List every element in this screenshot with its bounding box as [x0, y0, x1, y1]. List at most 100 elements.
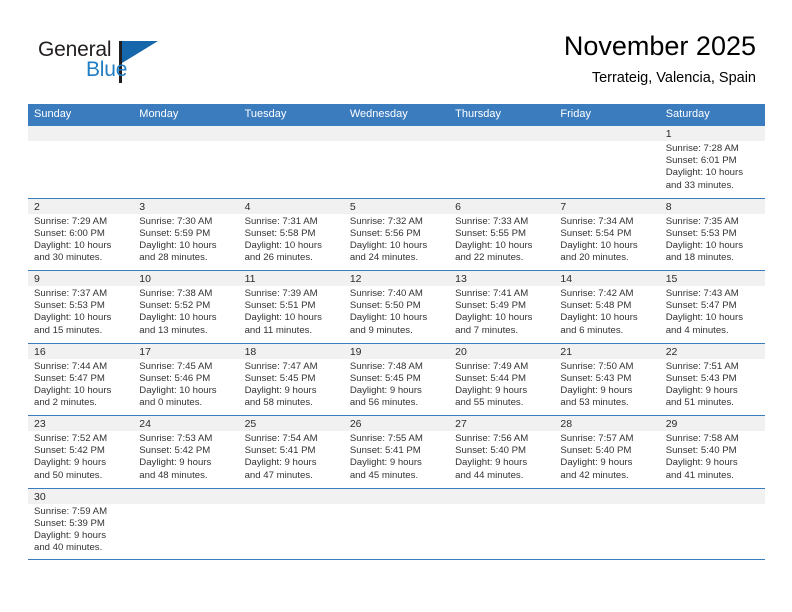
sunrise-text: Sunrise: 7:40 AM	[349, 288, 423, 299]
daylight-text-line2: and 22 minutes.	[455, 252, 524, 264]
calendar-day-cell[interactable]: 4 Sunrise: 7:31 AM Sunset: 5:58 PM Daylight…	[238, 198, 344, 271]
calendar-day-cell[interactable]: 23 Sunrise: 7:52 AM Sunset: 5:42 PM Dayligh…	[28, 416, 134, 488]
calendar-day-cell[interactable]: 12 Sunrise: 7:40 AM Sunset: 5:50 PM Dayligh…	[343, 271, 450, 343]
calendar-day-cell[interactable]: 3 Sunrise: 7:30 AM Sunset: 5:59 PM Daylight…	[133, 198, 239, 271]
sunrise-text: Sunrise: 7:31 AM	[244, 215, 318, 227]
daylight-text-line2: and 42 minutes.	[560, 469, 629, 481]
calendar-day-cell[interactable]: 29 Sunrise: 7:58 AM Sunset: 5:40 PM Dayligh…	[659, 416, 765, 488]
calendar-day-cell[interactable]: 16 Sunrise: 7:44 AM Sunset: 5:47 PM Dayligh…	[28, 343, 134, 416]
day-number: 5	[343, 198, 450, 214]
sunrise-text: Sunrise: 7:33 AM	[455, 215, 529, 227]
calendar-day-cell[interactable]: 14 Sunrise: 7:42 AM Sunset: 5:48 PM Dayligh…	[554, 271, 660, 343]
daylight-text-line1: Daylight: 9 hours	[665, 384, 738, 396]
calendar-day-cell[interactable]: 19 Sunrise: 7:48 AM Sunset: 5:45 PM Dayligh…	[343, 343, 450, 416]
calendar-day-cell[interactable]: 28 Sunrise: 7:57 AM Sunset: 5:40 PM Dayligh…	[554, 416, 660, 488]
calendar-day-cell-empty	[28, 126, 134, 198]
sunset-text: Sunset: 5:43 PM	[560, 372, 632, 384]
sunset-text: Sunset: 5:55 PM	[455, 227, 527, 239]
daylight-text-line1: Daylight: 10 hours	[349, 239, 428, 251]
sunset-text: Sunset: 5:45 PM	[244, 372, 316, 384]
weekday-header-tuesday: Tuesday	[244, 108, 287, 120]
calendar-day-cell[interactable]: 10 Sunrise: 7:38 AM Sunset: 5:52 PM Dayligh…	[133, 271, 239, 343]
sunset-text: Sunset: 5:53 PM	[34, 300, 105, 312]
day-number: 29	[659, 416, 765, 431]
day-number: 30	[28, 488, 134, 504]
daylight-text-line1: Daylight: 10 hours	[244, 239, 322, 251]
calendar-day-cell[interactable]: 9 Sunrise: 7:37 AM Sunset: 5:53 PM Daylight…	[28, 271, 134, 343]
calendar-day-cell[interactable]: 18 Sunrise: 7:47 AM Sunset: 5:45 PM Dayligh…	[238, 343, 344, 416]
day-details: Sunrise: 7:43 AM Sunset: 5:47 PM Daylight:…	[660, 286, 765, 337]
calendar-day-cell[interactable]: 5 Sunrise: 7:32 AM Sunset: 5:56 PM Daylight…	[343, 198, 450, 271]
calendar-day-cell[interactable]: 22 Sunrise: 7:51 AM Sunset: 5:43 PM Dayligh…	[659, 343, 765, 416]
calendar-day-cell-empty	[238, 488, 344, 560]
sunrise-text: Sunrise: 7:42 AM	[560, 288, 634, 299]
calendar-day-cell[interactable]: 27 Sunrise: 7:56 AM Sunset: 5:40 PM Dayligh…	[449, 416, 555, 488]
daylight-text-line2: and 13 minutes.	[139, 324, 208, 336]
day-details: Sunrise: 7:30 AM Sunset: 5:59 PM Daylight:…	[133, 214, 238, 265]
daylight-text-line2: and 58 minutes.	[244, 397, 313, 409]
sunrise-text: Sunrise: 7:34 AM	[560, 215, 634, 227]
day-details: Sunrise: 7:33 AM Sunset: 5:55 PM Daylight:…	[449, 214, 554, 265]
daylight-text-line1: Daylight: 9 hours	[244, 457, 317, 469]
day-number: 18	[238, 343, 344, 359]
day-details: Sunrise: 7:50 AM Sunset: 5:43 PM Daylight:…	[554, 359, 659, 410]
daylight-text-line1: Daylight: 9 hours	[665, 457, 738, 469]
day-details: Sunrise: 7:41 AM Sunset: 5:49 PM Daylight:…	[449, 286, 554, 337]
calendar-day-cell-empty	[554, 126, 660, 198]
sunset-text: Sunset: 5:49 PM	[455, 300, 527, 312]
calendar-grid: Sunday Monday Tuesday Wednesday Thursday…	[28, 104, 765, 560]
calendar-day-cell-empty	[659, 488, 765, 560]
sunrise-text: Sunrise: 7:53 AM	[139, 433, 213, 444]
calendar-day-cell[interactable]: 25 Sunrise: 7:54 AM Sunset: 5:41 PM Dayligh…	[238, 416, 344, 488]
calendar-day-cell[interactable]: 11 Sunrise: 7:39 AM Sunset: 5:51 PM Dayligh…	[238, 271, 344, 343]
sunset-text: Sunset: 5:59 PM	[139, 227, 211, 239]
daylight-text-line2: and 40 minutes.	[34, 542, 103, 554]
daylight-text-line1: Daylight: 9 hours	[455, 457, 528, 469]
day-details: Sunrise: 7:53 AM Sunset: 5:42 PM Daylight:…	[133, 431, 238, 482]
day-number: 26	[343, 416, 450, 431]
calendar-day-cell[interactable]: 26 Sunrise: 7:55 AM Sunset: 5:41 PM Dayligh…	[343, 416, 450, 488]
day-number: 20	[449, 343, 555, 359]
calendar-day-cell[interactable]: 6 Sunrise: 7:33 AM Sunset: 5:55 PM Daylight…	[449, 198, 555, 271]
day-number: 14	[554, 271, 660, 286]
day-number: 10	[133, 271, 239, 286]
weekday-header-row: Sunday Monday Tuesday Wednesday Thursday…	[28, 104, 765, 125]
daylight-text-line1: Daylight: 10 hours	[139, 384, 217, 396]
daylight-text-line2: and 6 minutes.	[560, 324, 624, 336]
calendar-day-cell[interactable]: 8 Sunrise: 7:35 AM Sunset: 5:53 PM Daylight…	[659, 198, 765, 271]
calendar-day-cell[interactable]: 7 Sunrise: 7:34 AM Sunset: 5:54 PM Daylight…	[554, 198, 660, 271]
day-details: Sunrise: 7:58 AM Sunset: 5:40 PM Daylight:…	[660, 431, 765, 482]
daylight-text-line2: and 7 minutes.	[455, 324, 519, 336]
day-details: Sunrise: 7:42 AM Sunset: 5:48 PM Daylight:…	[554, 286, 659, 337]
daylight-text-line1: Daylight: 9 hours	[349, 457, 422, 469]
day-details: Sunrise: 7:29 AM Sunset: 6:00 PM Daylight:…	[28, 214, 133, 265]
calendar-day-cell[interactable]: 24 Sunrise: 7:53 AM Sunset: 5:42 PM Dayligh…	[133, 416, 239, 488]
calendar-day-cell[interactable]: 20 Sunrise: 7:49 AM Sunset: 5:44 PM Dayligh…	[449, 343, 555, 416]
daylight-text-line1: Daylight: 10 hours	[139, 312, 217, 324]
sunset-text: Sunset: 5:51 PM	[244, 300, 316, 312]
calendar-day-cell[interactable]: 30 Sunrise: 7:59 AM Sunset: 5:39 PM Dayligh…	[28, 488, 134, 560]
day-details: Sunrise: 7:32 AM Sunset: 5:56 PM Daylight:…	[344, 214, 449, 265]
sunrise-text: Sunrise: 7:47 AM	[244, 360, 318, 372]
calendar-week-row: 30 Sunrise: 7:59 AM Sunset: 5:39 PM Dayligh…	[28, 487, 765, 560]
calendar-day-cell[interactable]: 1 Sunrise: 7:28 AM Sunset: 6:01 PM Daylight…	[659, 126, 765, 198]
calendar-day-cell[interactable]: 17 Sunrise: 7:45 AM Sunset: 5:46 PM Dayligh…	[133, 343, 239, 416]
calendar-day-cell[interactable]: 21 Sunrise: 7:50 AM Sunset: 5:43 PM Dayligh…	[554, 343, 660, 416]
calendar-day-cell[interactable]: 13 Sunrise: 7:41 AM Sunset: 5:49 PM Dayligh…	[449, 271, 555, 343]
brand-logo[interactable]: General Blue	[38, 38, 238, 90]
daylight-text-line1: Daylight: 10 hours	[560, 239, 638, 251]
sunset-text: Sunset: 5:47 PM	[665, 300, 737, 312]
calendar-day-cell[interactable]: 2 Sunrise: 7:29 AM Sunset: 6:00 PM Daylight…	[28, 198, 134, 271]
day-number: 7	[554, 198, 660, 214]
daylight-text-line1: Daylight: 10 hours	[349, 312, 428, 324]
day-details: Sunrise: 7:37 AM Sunset: 5:53 PM Daylight:…	[28, 286, 133, 337]
daylight-text-line2: and 26 minutes.	[244, 252, 313, 264]
calendar-day-cell[interactable]: 15 Sunrise: 7:43 AM Sunset: 5:47 PM Dayligh…	[659, 271, 765, 343]
sunrise-text: Sunrise: 7:38 AM	[139, 288, 213, 299]
daylight-text-line1: Daylight: 10 hours	[244, 312, 322, 324]
sunset-text: Sunset: 5:50 PM	[349, 300, 421, 312]
daylight-text-line1: Daylight: 9 hours	[560, 384, 633, 396]
day-details: Sunrise: 7:40 AM Sunset: 5:50 PM Daylight:…	[344, 286, 449, 337]
day-number: 24	[133, 416, 239, 431]
daylight-text-line1: Daylight: 9 hours	[244, 384, 317, 396]
